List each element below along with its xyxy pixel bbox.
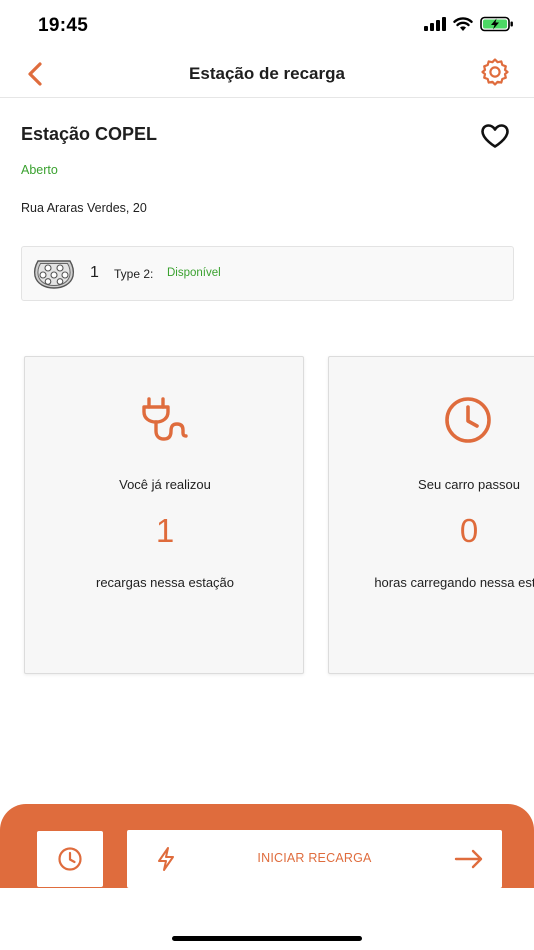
stat-lead: Você já realizou	[119, 477, 211, 492]
history-button[interactable]	[37, 831, 103, 887]
stat-card-hours: Seu carro passou 0 horas carregando ness…	[328, 356, 534, 674]
settings-button[interactable]	[478, 55, 512, 89]
status-icons	[424, 16, 514, 32]
wifi-icon	[453, 16, 473, 31]
nav-bar: Estação de recarga	[0, 50, 534, 98]
connector-count: 1	[90, 264, 99, 281]
heart-icon	[481, 124, 509, 148]
arrow-right-icon	[454, 849, 483, 869]
signal-icon	[424, 17, 446, 31]
stat-card-recharges: Você já realizou 1 recargas nessa estaçã…	[24, 356, 304, 674]
station-address: Rua Araras Verdes, 20	[21, 201, 147, 215]
station-name: Estação COPEL	[21, 124, 158, 144]
clock-icon	[445, 397, 491, 443]
start-recharge-label: INICIAR RECARGA	[257, 851, 372, 865]
gear-icon	[481, 58, 509, 86]
plug-icon	[142, 397, 188, 441]
stat-trail: recargas nessa estação	[95, 575, 235, 590]
connector-availability: Disponível	[167, 267, 221, 279]
stat-value: 0	[459, 512, 479, 549]
home-indicator-area	[0, 888, 534, 950]
status-bar: 19:45	[0, 0, 534, 50]
history-clock-icon	[58, 847, 82, 871]
home-indicator[interactable]	[172, 936, 362, 941]
type2-connector-icon	[33, 260, 75, 289]
status-badge: Aberto	[21, 163, 58, 177]
stat-lead: Seu carro passou	[418, 477, 520, 492]
connector-card[interactable]: 1 Type 2: Disponível	[21, 246, 514, 301]
connector-type: Type 2:	[114, 267, 154, 281]
status-time: 19:45	[38, 15, 89, 36]
page-title: Estação de recarga	[189, 64, 345, 83]
stat-value: 1	[155, 512, 175, 549]
start-recharge-button[interactable]: INICIAR RECARGA	[127, 830, 502, 888]
battery-charging-icon	[480, 16, 513, 32]
stat-trail: horas carregando nessa estação	[374, 575, 534, 590]
favorite-button[interactable]	[478, 122, 512, 150]
